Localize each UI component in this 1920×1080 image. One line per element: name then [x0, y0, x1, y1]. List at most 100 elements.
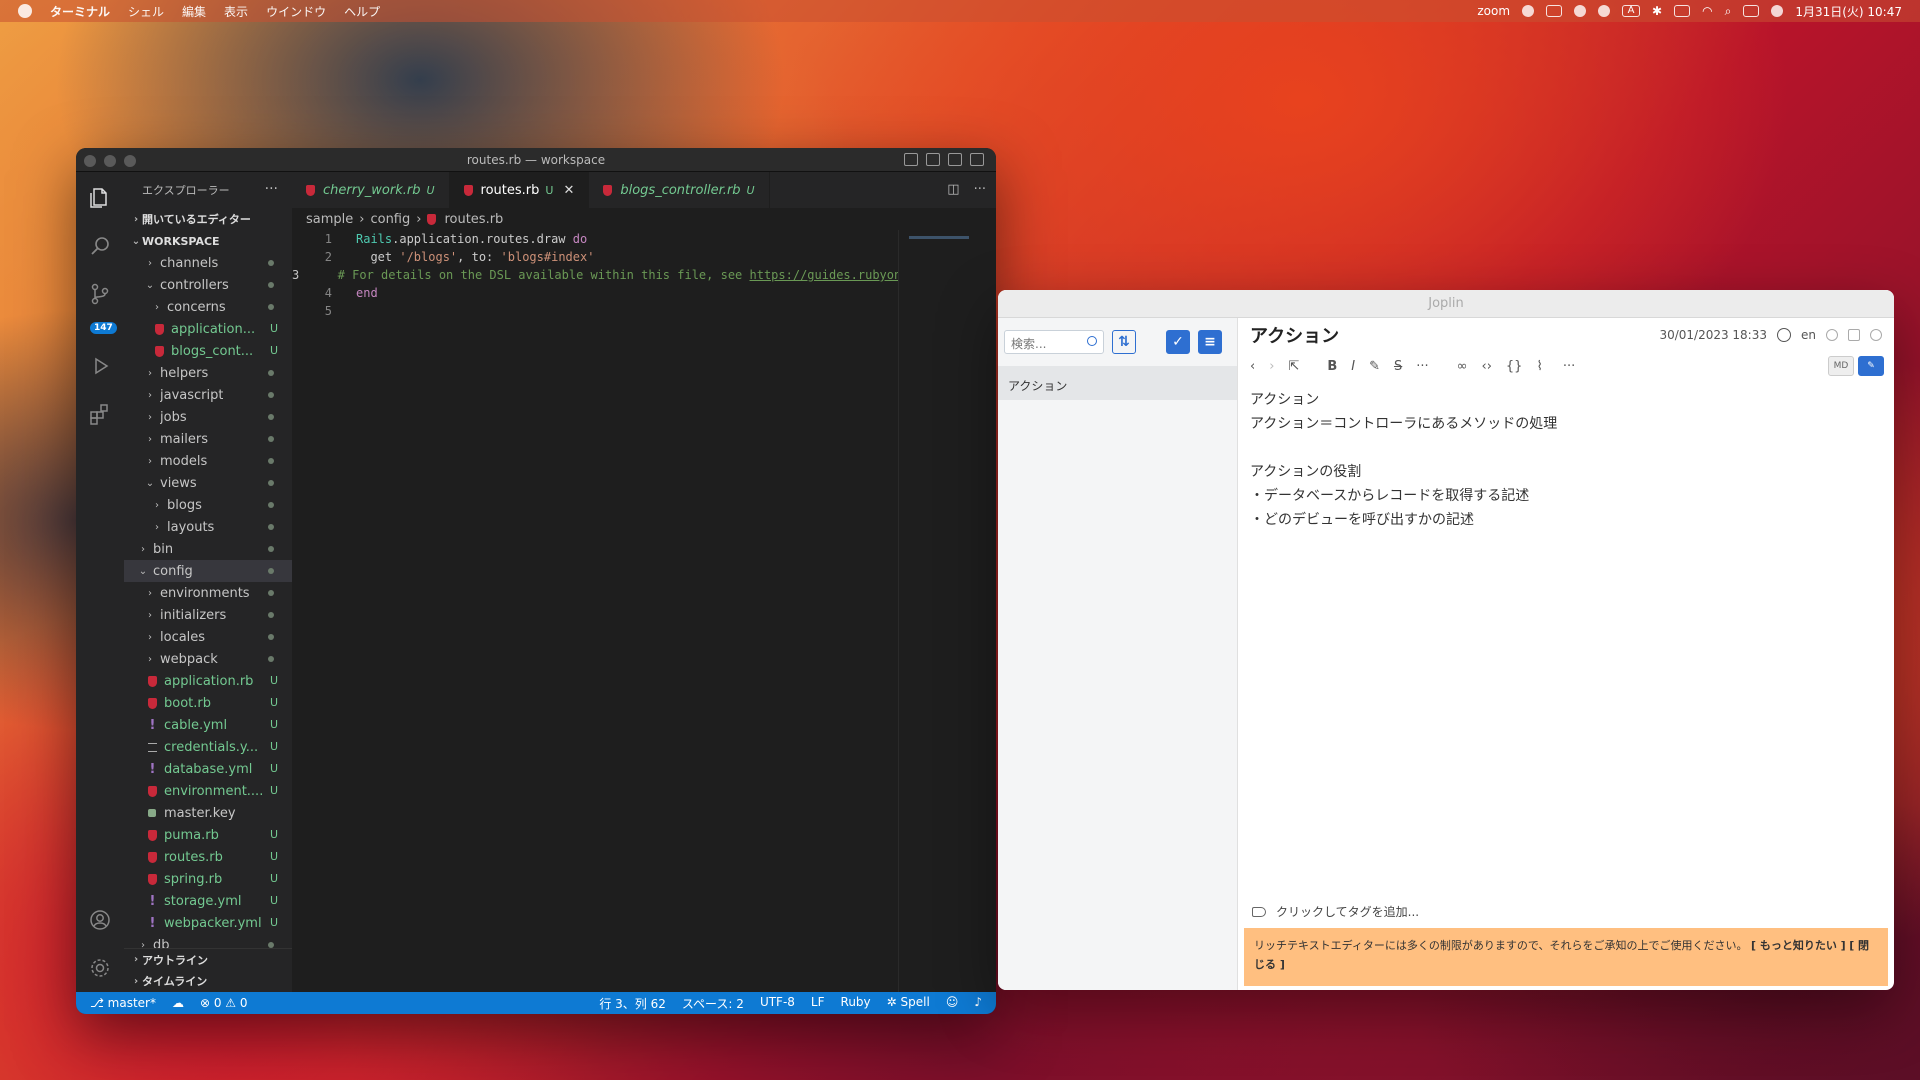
note-title[interactable]: アクション	[1250, 322, 1339, 348]
settings-gear-icon[interactable]	[88, 956, 112, 980]
language-status[interactable]: Ruby	[841, 995, 871, 1012]
tree-item[interactable]: application... U	[124, 318, 292, 340]
italic-icon[interactable]: I	[1351, 359, 1355, 374]
timeline-section[interactable]: › タイムライン	[124, 970, 292, 992]
breadcrumb-item[interactable]: routes.rb	[444, 212, 503, 227]
cursor-position[interactable]: 行 3、列 62	[599, 995, 666, 1012]
search-icon[interactable]	[88, 234, 112, 258]
tree-item[interactable]: › javascript	[124, 384, 292, 406]
attach-file-icon[interactable]: ⌇	[1536, 359, 1542, 374]
note-list-item[interactable]: アクション	[998, 366, 1237, 400]
indentation-status[interactable]: スペース: 2	[682, 995, 744, 1012]
bold-icon[interactable]: B	[1327, 359, 1337, 374]
line-icon[interactable]	[1522, 5, 1535, 17]
tree-item[interactable]: › environments	[124, 582, 292, 604]
tree-item[interactable]: › bin	[124, 538, 292, 560]
zoom-window-button[interactable]	[124, 155, 136, 167]
toggle-panel-icon[interactable]	[926, 153, 940, 166]
editor-tab[interactable]: routes.rb U ✕	[449, 172, 590, 208]
bluetooth-icon[interactable]: ✱	[1652, 4, 1662, 18]
tree-item[interactable]: master.key	[124, 802, 292, 824]
branch-status[interactable]: ⎇ master*	[90, 996, 156, 1010]
tree-item[interactable]: spring.rb U	[124, 868, 292, 890]
code-icon[interactable]: ‹›	[1482, 359, 1492, 374]
new-todo-button[interactable]: ✓	[1166, 330, 1190, 354]
note-language[interactable]: en	[1801, 328, 1816, 342]
tree-item[interactable]: application.rb U	[124, 670, 292, 692]
tree-item[interactable]: › initializers	[124, 604, 292, 626]
run-debug-icon[interactable]	[88, 354, 112, 378]
app-status-icon[interactable]	[1546, 5, 1563, 17]
tree-item[interactable]: › blogs	[124, 494, 292, 516]
explorer-more-icon[interactable]: ···	[265, 181, 278, 197]
strikethrough-icon[interactable]: S	[1394, 359, 1402, 374]
info-icon[interactable]	[1870, 329, 1882, 341]
tree-item[interactable]: blogs_cont... U	[124, 340, 292, 362]
tree-item[interactable]: puma.rb U	[124, 824, 292, 846]
tree-item[interactable]: › locales	[124, 626, 292, 648]
zoom-status-item[interactable]: zoom	[1477, 4, 1510, 18]
outline-section[interactable]: › アウトライン	[124, 948, 292, 970]
notifications-icon[interactable]: ♪	[974, 995, 982, 1012]
toggle-secondary-sidebar-icon[interactable]	[948, 153, 962, 166]
customize-layout-icon[interactable]	[970, 153, 984, 166]
tree-item[interactable]: ! storage.yml U	[124, 890, 292, 912]
wifi-icon[interactable]: ◠	[1702, 4, 1712, 18]
menu-window[interactable]: ウインドウ	[266, 3, 326, 20]
explorer-icon[interactable]	[88, 186, 112, 210]
menu-view[interactable]: 表示	[224, 3, 248, 20]
close-window-button[interactable]	[84, 155, 96, 167]
minimap[interactable]	[898, 230, 996, 992]
tree-item[interactable]: › webpack	[124, 648, 292, 670]
layout-toggle-icon[interactable]	[1848, 329, 1860, 341]
encoding-status[interactable]: UTF-8	[760, 995, 795, 1012]
sort-order-button[interactable]: ⇅	[1112, 330, 1136, 354]
sync-status-icon[interactable]: ☁	[172, 996, 184, 1010]
link-icon[interactable]: ∞	[1457, 359, 1468, 374]
workspace-section[interactable]: ⌄ WORKSPACE	[124, 230, 292, 252]
forward-icon[interactable]: ›	[1269, 359, 1274, 374]
rich-text-mode-button[interactable]: ✎	[1858, 356, 1884, 376]
siri-icon[interactable]	[1771, 5, 1784, 17]
battery-icon[interactable]	[1674, 5, 1691, 17]
apple-menu-icon[interactable]	[18, 4, 32, 18]
tree-item[interactable]: › models	[124, 450, 292, 472]
tree-item[interactable]: credentials.y... U	[124, 736, 292, 758]
tree-item[interactable]: › helpers	[124, 362, 292, 384]
menu-edit[interactable]: 編集	[182, 3, 206, 20]
tree-item[interactable]: › concerns	[124, 296, 292, 318]
eol-status[interactable]: LF	[811, 995, 825, 1012]
split-editor-icon[interactable]: ◫	[947, 182, 959, 197]
search-icon[interactable]: ⌕	[1725, 4, 1732, 19]
globe-icon[interactable]	[1777, 328, 1791, 342]
tree-item[interactable]: › jobs	[124, 406, 292, 428]
feedback-icon[interactable]: ☺	[946, 995, 959, 1012]
spell-status[interactable]: ✲ Spell	[887, 995, 930, 1012]
new-note-button[interactable]: ≡	[1198, 330, 1222, 354]
tree-item[interactable]: routes.rb U	[124, 846, 292, 868]
menu-app-name[interactable]: ターミナル	[50, 3, 110, 20]
note-body[interactable]: アクション アクション＝コントローラにあるメソッドの処理 アクションの役割 ・データベ…	[1238, 380, 1894, 540]
code-link[interactable]: https://guides.rubyonrails.org/routing.h…	[750, 268, 899, 282]
alarm-icon[interactable]	[1826, 329, 1838, 341]
highlight-icon[interactable]: ✎	[1369, 359, 1380, 374]
breadcrumb-item[interactable]: sample	[306, 212, 353, 227]
markdown-mode-button[interactable]: MD	[1828, 356, 1854, 376]
editor-tab[interactable]: cherry_work.rb U	[292, 172, 450, 208]
tag-bar[interactable]: クリックしてタグを追加...	[1252, 903, 1419, 920]
menu-shell[interactable]: シェル	[128, 3, 164, 20]
problems-status[interactable]: ⊗ 0 ⚠ 0	[200, 996, 248, 1010]
editor-tab[interactable]: blogs_controller.rb U	[589, 172, 770, 208]
tree-item[interactable]: environment.... U	[124, 780, 292, 802]
more-format-icon[interactable]: ···	[1416, 359, 1428, 374]
code-editor[interactable]: 1 Rails .application.routes.draw do 2 get '…	[292, 230, 898, 992]
tree-item[interactable]: ! cable.yml U	[124, 714, 292, 736]
banner-learn-more-link[interactable]: [ もっと知りたい ]	[1751, 939, 1846, 952]
tree-item[interactable]: boot.rb U	[124, 692, 292, 714]
tree-item[interactable]: › channels	[124, 252, 292, 274]
more-actions-icon[interactable]: ···	[974, 182, 986, 197]
control-center-icon[interactable]	[1743, 5, 1760, 17]
accounts-icon[interactable]	[88, 908, 112, 932]
tree-item[interactable]: ⌄ views	[124, 472, 292, 494]
search-input[interactable]: 検索...	[1004, 330, 1104, 354]
